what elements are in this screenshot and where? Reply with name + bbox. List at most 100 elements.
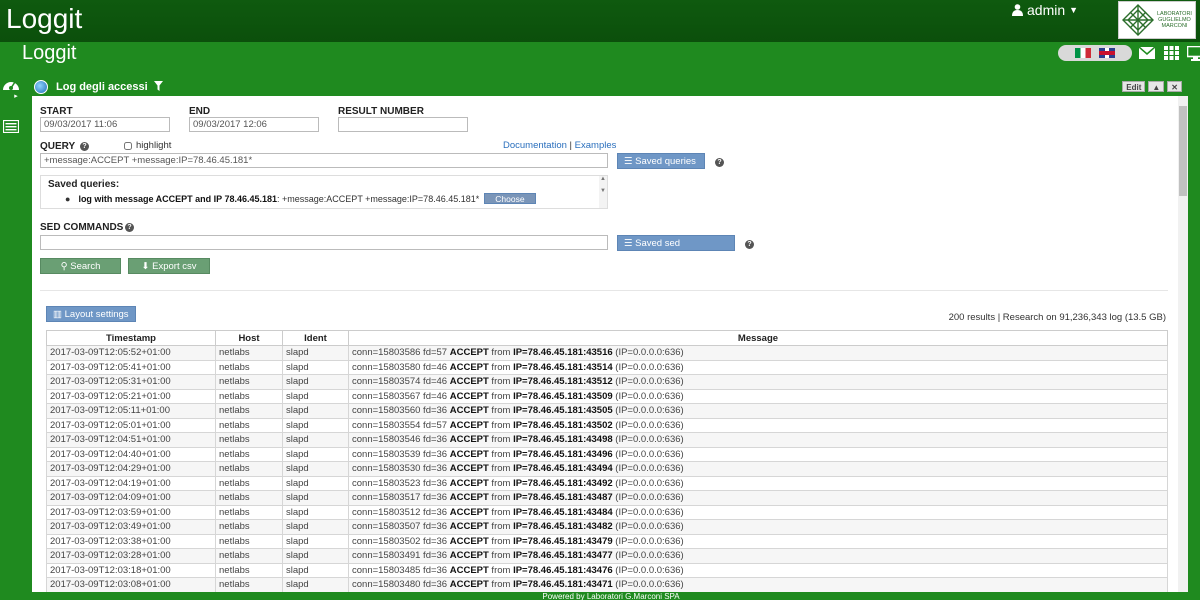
cell-message: conn=15803560 fd=36 ACCEPT from IP=78.46… <box>348 403 1168 419</box>
cell-timestamp: 2017-03-09T12:05:21+01:00 <box>46 388 216 404</box>
documentation-link[interactable]: Documentation <box>503 140 567 151</box>
message-ip: IP=78.46.45.181:43496 <box>513 448 613 460</box>
cell-ident: slapd <box>282 374 349 390</box>
mail-icon[interactable] <box>1138 44 1156 62</box>
cell-ident: slapd <box>282 345 349 361</box>
filter-icon[interactable] <box>153 80 163 94</box>
choose-button[interactable]: Choose <box>484 193 536 204</box>
sed-help-icon[interactable]: ? <box>125 223 134 232</box>
table-row[interactable]: 2017-03-09T12:05:31+01:00 netlabs slapd con… <box>46 374 1168 390</box>
search-button[interactable]: ⚲ Search <box>40 258 121 274</box>
result-number-input[interactable] <box>338 117 468 132</box>
layout-settings-button[interactable]: ▥ Layout settings <box>46 306 136 322</box>
table-row[interactable]: 2017-03-09T12:05:41+01:00 netlabs slapd con… <box>46 359 1168 375</box>
english-flag-icon[interactable] <box>1099 48 1115 58</box>
message-prefix: conn=15803586 fd=57 <box>352 347 450 359</box>
message-from: from <box>488 477 514 489</box>
table-row[interactable]: 2017-03-09T12:05:11+01:00 netlabs slapd con… <box>46 403 1168 419</box>
sed-commands-input[interactable] <box>40 235 608 250</box>
saved-queries-button[interactable]: ☰ Saved queries <box>617 153 705 169</box>
user-menu[interactable]: admin ▼ <box>1012 2 1078 18</box>
query-input[interactable] <box>40 153 608 168</box>
cell-message: conn=15803539 fd=36 ACCEPT from IP=78.46… <box>348 446 1168 462</box>
table-row[interactable]: 2017-03-09T12:03:18+01:00 netlabs slapd con… <box>46 562 1168 578</box>
saved-queries-label: Saved queries <box>635 156 696 167</box>
results-summary: 200 results | Research on 91,236,343 log… <box>948 312 1166 323</box>
table-row[interactable]: 2017-03-09T12:03:59+01:00 netlabs slapd con… <box>46 504 1168 520</box>
table-row[interactable]: 2017-03-09T12:03:28+01:00 netlabs slapd con… <box>46 548 1168 564</box>
examples-link[interactable]: Examples <box>575 140 617 151</box>
table-row[interactable]: 2017-03-09T12:05:21+01:00 netlabs slapd con… <box>46 388 1168 404</box>
log-table-body: 2017-03-09T12:05:52+01:00 netlabs slapd con… <box>46 345 1168 593</box>
edit-button[interactable]: Edit <box>1122 81 1146 92</box>
company-logo: LABORATORI GUGLIELMO MARCONI <box>1118 1 1196 39</box>
close-icon[interactable]: ✕ <box>1167 81 1182 92</box>
export-csv-button[interactable]: ⬇ Export csv <box>128 258 210 274</box>
saved-queries-scrollbar[interactable]: ▲ ▼ <box>599 176 607 208</box>
column-header-timestamp[interactable]: Timestamp <box>46 330 216 346</box>
monitor-icon[interactable] <box>1186 44 1200 62</box>
end-label: END <box>189 106 211 117</box>
cell-message: conn=15803491 fd=36 ACCEPT from IP=78.46… <box>348 548 1168 564</box>
message-accept: ACCEPT <box>449 376 489 388</box>
grid-icon[interactable] <box>1162 44 1180 62</box>
message-from: from <box>488 579 514 591</box>
user-name: admin <box>1027 2 1066 18</box>
list-icon[interactable] <box>2 117 20 135</box>
table-row[interactable]: 2017-03-09T12:04:29+01:00 netlabs slapd con… <box>46 461 1168 477</box>
message-suffix: (IP=0.0.0.0:636) <box>612 477 684 489</box>
message-from: from <box>488 506 514 518</box>
message-prefix: conn=15803574 fd=46 <box>352 376 450 388</box>
message-from: from <box>488 405 514 417</box>
scrollbar-thumb[interactable] <box>1179 106 1187 196</box>
table-row[interactable]: 2017-03-09T12:03:08+01:00 netlabs slapd con… <box>46 577 1168 593</box>
left-sidebar: ▸ <box>0 64 22 600</box>
table-row[interactable]: 2017-03-09T12:05:52+01:00 netlabs slapd con… <box>46 345 1168 361</box>
column-header-ident[interactable]: Ident <box>282 330 349 346</box>
end-date-input[interactable] <box>189 117 319 132</box>
chevron-right-icon[interactable]: ▸ <box>12 92 20 100</box>
message-prefix: conn=15803517 fd=36 <box>352 492 450 504</box>
column-header-message[interactable]: Message <box>348 330 1168 346</box>
cell-timestamp: 2017-03-09T12:03:49+01:00 <box>46 519 216 535</box>
table-row[interactable]: 2017-03-09T12:03:49+01:00 netlabs slapd con… <box>46 519 1168 535</box>
cell-message: conn=15803546 fd=36 ACCEPT from IP=78.46… <box>348 432 1168 448</box>
message-suffix: (IP=0.0.0.0:636) <box>612 434 684 446</box>
sub-title: Loggit <box>22 42 77 64</box>
italian-flag-icon[interactable] <box>1075 48 1091 58</box>
table-header-row: Timestamp Host Ident Message <box>46 330 1168 346</box>
cell-ident: slapd <box>282 533 349 549</box>
query-label: QUERY <box>40 141 76 152</box>
collapse-up-icon[interactable]: ▲ <box>1148 81 1165 92</box>
saved-sed-commands-button[interactable]: ☰ Saved sed commands <box>617 235 735 265</box>
saved-queries-help-icon[interactable]: ? <box>715 158 724 167</box>
saved-query-name: log with message ACCEPT and IP 78.46.45.… <box>78 193 278 204</box>
message-prefix: conn=15803554 fd=57 <box>352 419 450 431</box>
cell-ident: slapd <box>282 403 349 419</box>
column-header-host[interactable]: Host <box>215 330 283 346</box>
message-accept: ACCEPT <box>449 506 489 518</box>
table-row[interactable]: 2017-03-09T12:05:01+01:00 netlabs slapd con… <box>46 417 1168 433</box>
message-accept: ACCEPT <box>449 579 489 591</box>
start-date-input[interactable] <box>40 117 170 132</box>
cell-message: conn=15803507 fd=36 ACCEPT from IP=78.46… <box>348 519 1168 535</box>
message-suffix: (IP=0.0.0.0:636) <box>612 564 684 576</box>
cell-host: netlabs <box>215 359 283 375</box>
table-row[interactable]: 2017-03-09T12:03:38+01:00 netlabs slapd con… <box>46 533 1168 549</box>
saved-sed-help-icon[interactable]: ? <box>745 240 754 249</box>
cell-timestamp: 2017-03-09T12:04:29+01:00 <box>46 461 216 477</box>
highlight-checkbox[interactable] <box>124 141 132 150</box>
cell-timestamp: 2017-03-09T12:05:52+01:00 <box>46 345 216 361</box>
table-row[interactable]: 2017-03-09T12:04:40+01:00 netlabs slapd con… <box>46 446 1168 462</box>
cell-host: netlabs <box>215 388 283 404</box>
message-ip: IP=78.46.45.181:43477 <box>513 550 613 562</box>
cell-ident: slapd <box>282 461 349 477</box>
message-prefix: conn=15803485 fd=36 <box>352 564 450 576</box>
table-row[interactable]: 2017-03-09T12:04:19+01:00 netlabs slapd con… <box>46 475 1168 491</box>
table-row[interactable]: 2017-03-09T12:04:09+01:00 netlabs slapd con… <box>46 490 1168 506</box>
language-selector[interactable] <box>1058 45 1132 61</box>
panel-scrollbar[interactable] <box>1178 96 1188 600</box>
query-help-icon[interactable]: ? <box>80 142 89 151</box>
table-row[interactable]: 2017-03-09T12:04:51+01:00 netlabs slapd con… <box>46 432 1168 448</box>
cell-timestamp: 2017-03-09T12:04:19+01:00 <box>46 475 216 491</box>
